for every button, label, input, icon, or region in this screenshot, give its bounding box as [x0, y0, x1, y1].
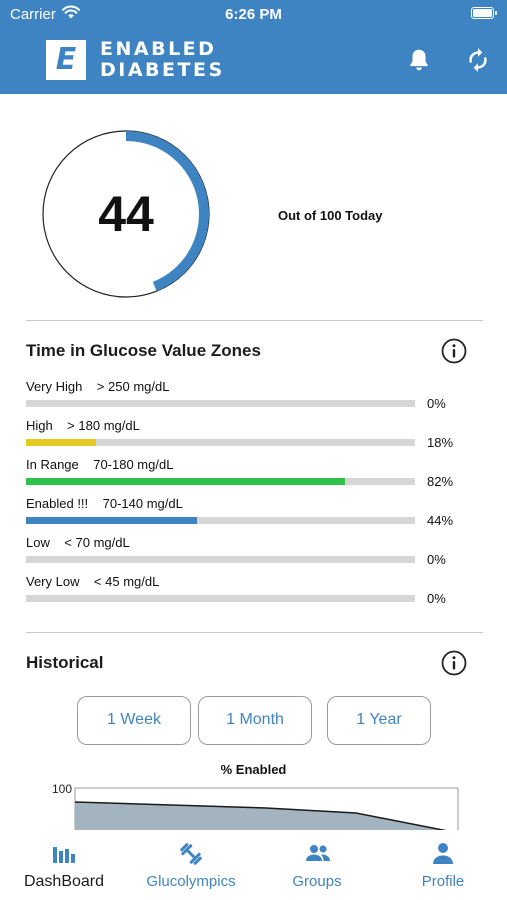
- groups-icon: [306, 845, 330, 861]
- zone-bar-track: [26, 595, 415, 602]
- tab-bar: DashBoard Glucolympics Groups Profile: [0, 830, 507, 900]
- zones-title: Time in Glucose Value Zones: [26, 341, 261, 360]
- zone-percent: 82%: [427, 474, 454, 489]
- range-1-month-button[interactable]: 1 Month: [198, 696, 312, 745]
- dashboard-icon: [53, 847, 75, 863]
- score-value: 44: [98, 186, 154, 242]
- sync-icon[interactable]: [465, 47, 491, 73]
- logo-line-1: ENABLED: [100, 38, 217, 60]
- tab-groups[interactable]: Groups: [270, 830, 364, 900]
- zones-info-icon[interactable]: [441, 338, 467, 364]
- chart-title: % Enabled: [220, 762, 287, 777]
- zone-bar-track: [26, 478, 415, 485]
- zone-percent: 18%: [427, 435, 454, 450]
- zone-bar-fill: [26, 439, 96, 446]
- clock: 6:26 PM: [225, 6, 282, 23]
- tab-label: Glucolympics: [146, 873, 236, 890]
- enabled-history-chart: 100: [52, 782, 459, 830]
- zone-label: In Range 70-180 mg/dL: [26, 457, 174, 472]
- zone-bar-track: [26, 517, 415, 524]
- tab-dashboard[interactable]: DashBoard: [14, 830, 114, 900]
- profile-icon: [433, 843, 453, 864]
- divider: [26, 320, 483, 321]
- zone-bar-track: [26, 556, 415, 563]
- status-bar: Carrier 6:26 PM: [0, 0, 507, 28]
- historical-title: Historical: [26, 653, 104, 672]
- zone-bar-track: [26, 439, 415, 446]
- historical-info-icon[interactable]: [441, 650, 467, 676]
- zone-bar-fill: [26, 478, 345, 485]
- zone-label: Low < 70 mg/dL: [26, 535, 130, 550]
- tab-profile[interactable]: Profile: [398, 830, 488, 900]
- tab-label: Groups: [292, 873, 342, 890]
- zone-label: Very Low < 45 mg/dL: [26, 574, 160, 589]
- zone-percent: 0%: [427, 591, 446, 606]
- tab-label: DashBoard: [23, 873, 105, 890]
- zone-label: Enabled !!! 70-140 mg/dL: [26, 496, 183, 511]
- range-1-week-button[interactable]: 1 Week: [77, 696, 191, 745]
- zone-percent: 0%: [427, 552, 446, 567]
- divider: [26, 632, 483, 633]
- battery-icon: [471, 7, 497, 19]
- chart-area: [75, 802, 443, 830]
- zone-label: Very High > 250 mg/dL: [26, 379, 170, 394]
- zone-bar-track: [26, 400, 415, 407]
- app-header: E ENABLED DIABETES: [0, 28, 507, 94]
- zone-percent: 0%: [427, 396, 446, 411]
- tab-glucolympics[interactable]: Glucolympics: [138, 830, 244, 900]
- logo-line-2: DIABETES: [100, 59, 225, 81]
- zone-bar-fill: [26, 517, 197, 524]
- chart-y-tick-label: 100: [52, 782, 72, 796]
- bell-icon[interactable]: [406, 47, 432, 73]
- tab-label: Profile: [421, 873, 465, 890]
- range-1-year-button[interactable]: 1 Year: [327, 696, 431, 745]
- zone-label: High > 180 mg/dL: [26, 418, 140, 433]
- logo-mark: E: [46, 40, 86, 80]
- dumbbell-icon: [180, 843, 202, 865]
- score-caption: Out of 100 Today: [278, 208, 383, 223]
- zone-percent: 44%: [427, 513, 454, 528]
- logo-text: ENABLED DIABETES: [100, 39, 225, 81]
